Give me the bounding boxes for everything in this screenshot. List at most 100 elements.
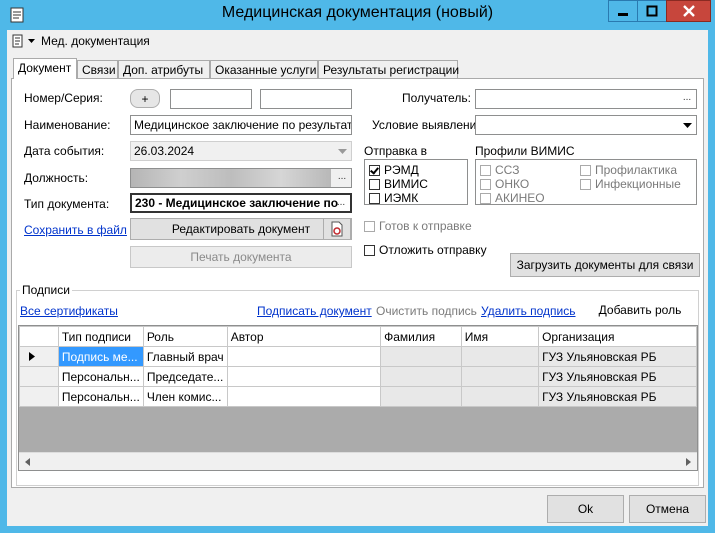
cell-sign-type[interactable]: Персональн... bbox=[57, 386, 144, 407]
scroll-left-button[interactable] bbox=[19, 453, 36, 470]
send-remd-checkbox[interactable]: РЭМД bbox=[369, 163, 419, 177]
profile-ssz-checkbox[interactable]: ССЗ bbox=[480, 163, 519, 177]
app-window: Медицинская документация (новый) Мед. до… bbox=[0, 0, 715, 533]
profile-onko-checkbox[interactable]: ОНКО bbox=[480, 177, 529, 191]
scroll-right-button[interactable] bbox=[680, 453, 697, 470]
cell-name[interactable] bbox=[460, 346, 540, 367]
title-bar[interactable]: Медицинская документация (новый) bbox=[0, 0, 715, 30]
ready-to-send-checkbox[interactable]: Готов к отправке bbox=[364, 219, 472, 233]
doc-type-input[interactable]: 230 - Медицинское заключение по ... bbox=[130, 193, 352, 213]
clear-signature-link[interactable]: Очистить подпись bbox=[376, 304, 477, 318]
checkbox-box bbox=[364, 244, 375, 256]
doc-menu-button[interactable]: Мед. документация bbox=[11, 34, 150, 48]
close-button[interactable] bbox=[666, 0, 711, 22]
doc-menu-label: Мед. документация bbox=[41, 34, 150, 48]
table-row[interactable]: Персональн... Председате... ГУЗ Ульяновс… bbox=[19, 366, 697, 387]
current-row-arrow-icon bbox=[29, 351, 35, 361]
edit-document-button[interactable]: Редактировать документ bbox=[130, 218, 352, 240]
condition-label: Условие выявления: bbox=[372, 118, 487, 132]
cell-organization[interactable]: ГУЗ Ульяновская РБ bbox=[538, 366, 697, 387]
cell-organization[interactable]: ГУЗ Ульяновская РБ bbox=[538, 346, 697, 367]
date-picker[interactable]: 26.03.2024 bbox=[130, 141, 352, 161]
profile-akineo-checkbox[interactable]: АКИНЕО bbox=[480, 191, 545, 205]
tab-registration-results[interactable]: Результаты регистрации bbox=[318, 60, 459, 78]
tab-services[interactable]: Оказанные услуги bbox=[210, 60, 318, 78]
postpone-send-checkbox[interactable]: Отложить отправку bbox=[364, 243, 487, 257]
grid-horizontal-scrollbar[interactable] bbox=[19, 452, 697, 470]
checkbox-box bbox=[480, 192, 491, 204]
position-label: Должность: bbox=[24, 171, 89, 185]
cancel-button[interactable]: Отмена bbox=[629, 495, 706, 523]
send-iemk-checkbox[interactable]: ИЭМК bbox=[369, 191, 418, 205]
send-vimis-label: ВИМИС bbox=[384, 177, 428, 191]
cell-author[interactable] bbox=[226, 366, 382, 387]
client-area: Мед. документация Документ Связи Доп. ат… bbox=[7, 30, 708, 526]
load-linked-docs-button[interactable]: Загрузить документы для связи bbox=[510, 253, 700, 277]
number-input[interactable] bbox=[170, 89, 252, 109]
save-to-file-link[interactable]: Сохранить в файл bbox=[24, 223, 127, 237]
cell-role[interactable]: Председате... bbox=[142, 366, 228, 387]
cell-role[interactable]: Главный врач bbox=[142, 346, 228, 367]
profile-prevention-checkbox[interactable]: Профилактика bbox=[580, 163, 677, 177]
tab-links[interactable]: Связи bbox=[77, 60, 118, 78]
col-header-surname[interactable]: Фамилия bbox=[380, 326, 462, 347]
col-header-author[interactable]: Автор bbox=[226, 326, 382, 347]
cell-sign-type[interactable]: Персональн... bbox=[57, 366, 144, 387]
table-row[interactable]: Подпись ме... Главный врач ГУЗ Ульяновск… bbox=[19, 346, 697, 367]
cell-surname[interactable] bbox=[380, 386, 462, 407]
add-number-button[interactable]: + bbox=[130, 89, 160, 108]
doc-type-browse-button[interactable]: ... bbox=[333, 196, 349, 211]
row-selector[interactable] bbox=[19, 346, 59, 367]
row-selector[interactable] bbox=[19, 386, 59, 407]
cell-surname[interactable] bbox=[380, 346, 462, 367]
ok-button[interactable]: Ok bbox=[547, 495, 624, 523]
name-input[interactable]: Медицинское заключение по результатам bbox=[130, 115, 352, 135]
cell-sign-type[interactable]: Подпись ме... bbox=[57, 346, 144, 367]
chevron-right-icon bbox=[686, 457, 691, 466]
cell-name[interactable] bbox=[460, 386, 540, 407]
recipient-input[interactable]: ... bbox=[475, 89, 697, 109]
series-input[interactable] bbox=[260, 89, 352, 109]
tab-extra-attributes[interactable]: Доп. атрибуты bbox=[118, 60, 210, 78]
add-role-button[interactable]: Добавить роль bbox=[590, 298, 690, 322]
col-header-role[interactable]: Роль bbox=[142, 326, 228, 347]
all-certificates-link[interactable]: Все сертификаты bbox=[20, 304, 118, 318]
signatures-grid[interactable]: Тип подписи Роль Автор Фамилия Имя Орган… bbox=[18, 325, 698, 471]
cell-role[interactable]: Член комис... bbox=[142, 386, 228, 407]
send-vimis-checkbox[interactable]: ВИМИС bbox=[369, 177, 428, 191]
delete-signature-link[interactable]: Удалить подпись bbox=[481, 304, 576, 318]
sign-document-link[interactable]: Подписать документ bbox=[257, 304, 372, 318]
send-iemk-label: ИЭМК bbox=[384, 191, 419, 205]
maximize-button[interactable] bbox=[637, 0, 667, 22]
table-row[interactable]: Персональн... Член комис... ГУЗ Ульяновс… bbox=[19, 386, 697, 407]
cell-surname[interactable] bbox=[380, 366, 462, 387]
checkbox-box bbox=[369, 178, 380, 190]
vimis-profiles-list: ССЗ ОНКО АКИНЕО Профилактика Инфекционны… bbox=[475, 159, 697, 205]
maximize-icon bbox=[646, 5, 658, 17]
condition-dropdown-arrow[interactable] bbox=[679, 116, 696, 134]
postpone-send-label: Отложить отправку bbox=[379, 243, 487, 257]
position-browse-button[interactable]: ... bbox=[334, 170, 350, 186]
doc-type-label: Тип документа: bbox=[24, 197, 110, 211]
position-input[interactable]: ... bbox=[130, 168, 352, 188]
minimize-button[interactable] bbox=[608, 0, 638, 22]
row-selector[interactable] bbox=[19, 366, 59, 387]
checkbox-box bbox=[480, 178, 491, 190]
pdf-button[interactable] bbox=[323, 218, 351, 240]
date-dropdown-arrow[interactable] bbox=[334, 142, 351, 160]
print-document-button[interactable]: Печать документа bbox=[130, 246, 352, 268]
tab-document[interactable]: Документ bbox=[13, 58, 77, 79]
col-header-name[interactable]: Имя bbox=[460, 326, 540, 347]
profile-infectious-checkbox[interactable]: Инфекционные bbox=[580, 177, 681, 191]
cell-author[interactable] bbox=[226, 386, 382, 407]
cell-author[interactable] bbox=[226, 346, 382, 367]
cell-organization[interactable]: ГУЗ Ульяновская РБ bbox=[538, 386, 697, 407]
date-label: Дата события: bbox=[24, 144, 105, 158]
condition-combo[interactable] bbox=[475, 115, 697, 135]
cell-name[interactable] bbox=[460, 366, 540, 387]
checkbox-box bbox=[480, 164, 491, 176]
col-header-sign-type[interactable]: Тип подписи bbox=[57, 326, 144, 347]
table-header-row: Тип подписи Роль Автор Фамилия Имя Орган… bbox=[19, 326, 697, 347]
col-header-organization[interactable]: Организация bbox=[538, 326, 697, 347]
recipient-browse-button[interactable]: ... bbox=[679, 91, 695, 107]
